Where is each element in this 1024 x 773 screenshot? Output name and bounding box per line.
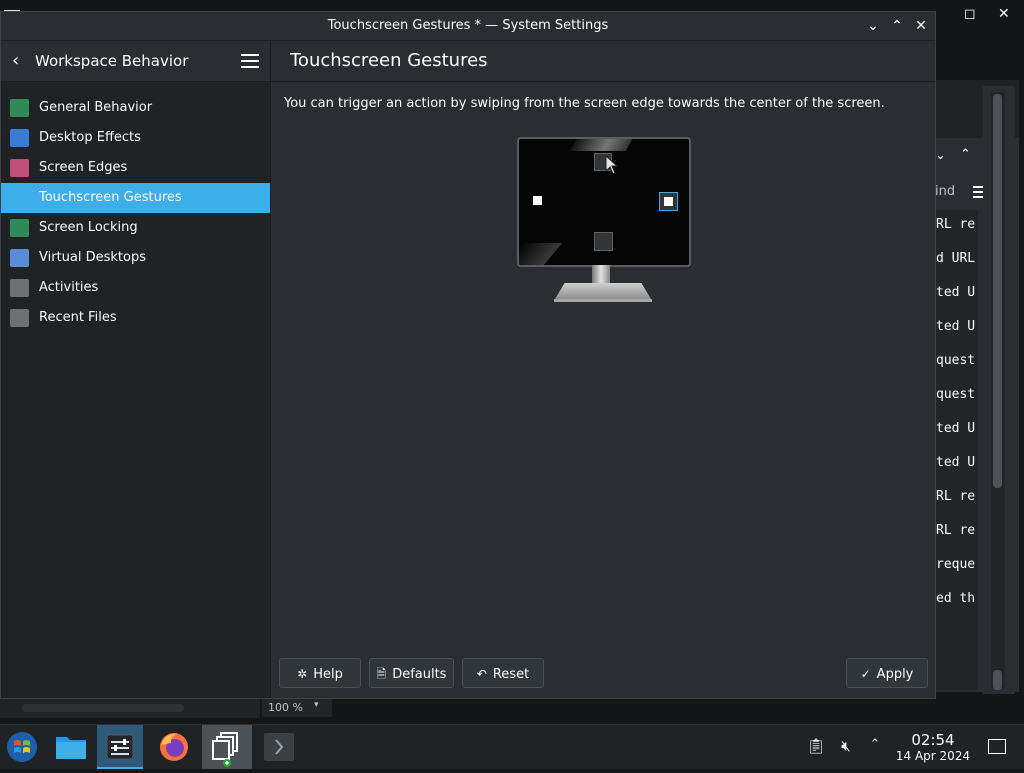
window-title: Touchscreen Gestures * — System Settings — [327, 18, 609, 33]
sidebar-item-label: Touchscreen Gestures — [39, 190, 182, 205]
terminal-button[interactable] — [256, 725, 302, 769]
terminal-line: d URL — [936, 251, 976, 266]
terminal-line: reque — [936, 557, 976, 572]
bg-chevron-up-icon[interactable]: ⌃ — [960, 147, 971, 162]
sidebar-item-desktop-effects[interactable]: Desktop Effects — [1, 123, 270, 153]
sidebar-header: ‹ Workspace Behavior — [1, 41, 270, 82]
clock-time[interactable]: 02:54 — [898, 731, 968, 749]
monitor-screen — [517, 137, 691, 267]
terminal-line: RL re — [936, 217, 976, 232]
volume-muted-icon[interactable]: 🔇︎ — [836, 737, 856, 757]
sidebar-item-label: Desktop Effects — [39, 130, 141, 145]
checkmark-icon: ✓ — [860, 667, 871, 681]
sidebar-item-screen-edges[interactable]: Screen Edges — [1, 153, 270, 183]
minimize-icon[interactable]: ⌄ — [863, 16, 883, 36]
clipboard-icon[interactable]: 📋︎ — [806, 737, 826, 757]
touchscreen-icon — [10, 189, 29, 207]
undo-icon: ↶ — [476, 667, 487, 681]
edge-bottom-button[interactable] — [594, 232, 613, 251]
system-settings-task[interactable] — [97, 725, 143, 769]
reset-button[interactable]: ↶ Reset — [462, 658, 544, 688]
activities-icon — [10, 279, 29, 297]
system-settings-window: Touchscreen Gestures * — System Settings… — [0, 11, 936, 699]
edge-left-button[interactable] — [533, 196, 542, 205]
sidebar-item-recent-files[interactable]: Recent Files — [1, 303, 270, 333]
terminal-line: ted U — [936, 285, 976, 300]
page-title: Touchscreen Gestures — [290, 50, 488, 71]
zoom-dropdown-icon[interactable]: ▾ — [314, 700, 319, 710]
sidebar-item-label: Screen Edges — [39, 160, 128, 175]
settings-icon — [106, 734, 134, 760]
edge-right-button[interactable] — [659, 192, 678, 211]
screen-locking-icon — [10, 219, 29, 237]
windows-stack-icon — [212, 732, 238, 767]
back-button-label[interactable]: Workspace Behavior — [35, 52, 188, 70]
terminal-scrollbar[interactable] — [983, 86, 1015, 694]
application-launcher-button[interactable] — [0, 725, 46, 769]
defaults-button[interactable]: 🗎 Defaults — [369, 658, 454, 688]
back-arrow-icon[interactable]: ‹ — [12, 50, 19, 71]
sidebar-item-screen-locking[interactable]: Screen Locking — [1, 213, 270, 243]
terminal-icon — [264, 733, 294, 761]
description-text: You can trigger an action by swiping fro… — [284, 96, 885, 111]
maximize-icon[interactable]: ⌃ — [887, 16, 907, 36]
taskbar: 📋︎ 🔇︎ ⌃ 02:54 14 Apr 2024 — [0, 724, 1024, 769]
terminal-line: RL re — [936, 489, 976, 504]
virtual-desktops-icon — [10, 249, 29, 267]
help-icon: ✲ — [297, 667, 308, 681]
zoom-indicator[interactable]: 100 % ▾ — [262, 699, 332, 717]
help-button[interactable]: ✲ Help — [279, 658, 361, 688]
general-behavior-icon — [10, 99, 29, 117]
title-bar[interactable]: Touchscreen Gestures * — System Settings… — [1, 12, 935, 41]
content-header: Touchscreen Gestures — [271, 41, 935, 82]
bg-close-icon[interactable]: ✕ — [998, 6, 1010, 22]
tray-expand-icon[interactable]: ⌃ — [865, 737, 885, 757]
mouse-cursor-icon — [605, 155, 619, 175]
window-switcher-button[interactable] — [202, 725, 252, 769]
clock-date[interactable]: 14 Apr 2024 — [890, 749, 976, 763]
monitor-base — [555, 283, 651, 299]
apply-button[interactable]: ✓ Apply — [846, 658, 928, 688]
main-content: Touchscreen Gestures You can trigger an … — [271, 41, 935, 698]
show-desktop-icon[interactable] — [988, 739, 1006, 754]
monitor-stand — [592, 265, 610, 285]
terminal-line: ted U — [936, 319, 976, 334]
horizontal-scrollbar[interactable] — [0, 698, 260, 718]
terminal-line: ted U — [936, 421, 976, 436]
terminal-output: RL re d URL ted U ted U quest quest ted U ted U… — [932, 210, 978, 690]
close-icon[interactable]: ✕ — [911, 16, 931, 36]
terminal-line: ed th — [936, 591, 976, 606]
sidebar-item-virtual-desktops[interactable]: Virtual Desktops — [1, 243, 270, 273]
bg-maximize-icon[interactable]: ◻ — [964, 6, 976, 22]
bg-chevron-down-icon[interactable]: ⌄ — [935, 148, 946, 163]
monitor-illustration — [517, 137, 691, 309]
sidebar-item-label: General Behavior — [39, 100, 153, 115]
sidebar-item-label: Recent Files — [39, 310, 117, 325]
hamburger-menu-icon[interactable] — [241, 54, 259, 68]
sidebar-item-general-behavior[interactable]: General Behavior — [1, 93, 270, 123]
sidebar: ‹ Workspace Behavior General Behavior Des… — [1, 41, 271, 698]
document-icon: 🗎 — [376, 667, 387, 681]
desktop-effects-icon — [10, 129, 29, 147]
firefox-icon — [160, 733, 188, 761]
sidebar-item-label: Virtual Desktops — [39, 250, 146, 265]
screen-edges-icon — [10, 159, 29, 177]
find-label: ind — [935, 184, 956, 199]
recent-files-icon — [10, 309, 29, 327]
terminal-line: RL re — [936, 523, 976, 538]
terminal-line: ted U — [936, 455, 976, 470]
sidebar-item-activities[interactable]: Activities — [1, 273, 270, 303]
start-menu-icon — [7, 732, 37, 762]
file-manager-button[interactable] — [48, 725, 94, 769]
firefox-button[interactable] — [151, 725, 197, 769]
sidebar-item-label: Activities — [39, 280, 99, 295]
footer-buttons: ✲ Help 🗎 Defaults ↶ Reset ✓ Apply — [271, 658, 935, 698]
terminal-line: quest — [936, 387, 976, 402]
terminal-line: quest — [936, 353, 976, 368]
folder-icon — [56, 737, 86, 759]
sidebar-item-touchscreen-gestures[interactable]: Touchscreen Gestures — [1, 183, 270, 213]
sidebar-item-label: Screen Locking — [39, 220, 138, 235]
